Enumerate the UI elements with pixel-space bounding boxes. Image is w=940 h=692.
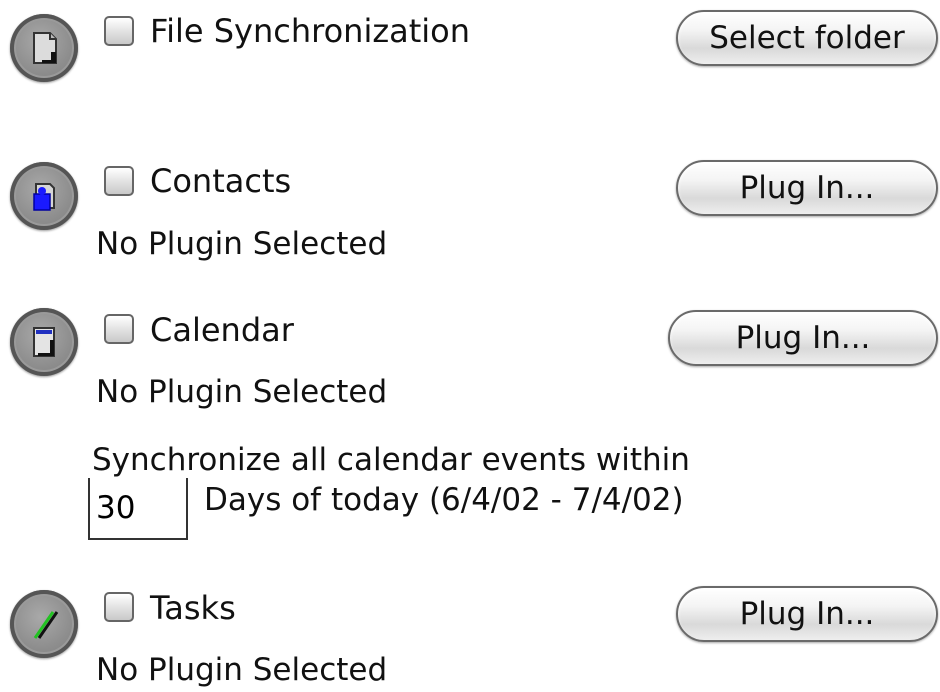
calendar-plug-in-button[interactable]: Plug In...	[668, 310, 938, 366]
days-input[interactable]	[88, 478, 188, 540]
calendar-icon	[33, 327, 55, 357]
file-sync-label: File Synchronization	[150, 12, 471, 50]
days-range-text: Days of today (6/4/02 - 7/4/02)	[204, 482, 684, 518]
contacts-icon	[33, 183, 55, 211]
file-sync-checkbox[interactable]	[104, 16, 134, 46]
contacts-plug-in-button[interactable]: Plug In...	[676, 160, 938, 216]
document-icon	[33, 32, 57, 64]
calendar-status: No Plugin Selected	[96, 374, 388, 410]
contacts-checkbox[interactable]	[104, 166, 134, 196]
contacts-icon-well	[10, 162, 78, 230]
calendar-sync-description: Synchronize all calendar events within	[92, 442, 690, 478]
tasks-checkbox[interactable]	[104, 592, 134, 622]
tasks-plug-in-button[interactable]: Plug In...	[676, 586, 938, 642]
calendar-icon-well	[10, 308, 78, 376]
tasks-icon-well	[10, 590, 78, 658]
file-sync-icon-well	[10, 14, 78, 82]
select-folder-button[interactable]: Select folder	[676, 10, 938, 66]
calendar-checkbox[interactable]	[104, 314, 134, 344]
calendar-label: Calendar	[150, 311, 294, 349]
tasks-status: No Plugin Selected	[96, 652, 388, 688]
contacts-label: Contacts	[150, 162, 292, 200]
contacts-status: No Plugin Selected	[96, 226, 388, 262]
tasks-icon	[33, 611, 59, 639]
tasks-label: Tasks	[150, 589, 236, 627]
